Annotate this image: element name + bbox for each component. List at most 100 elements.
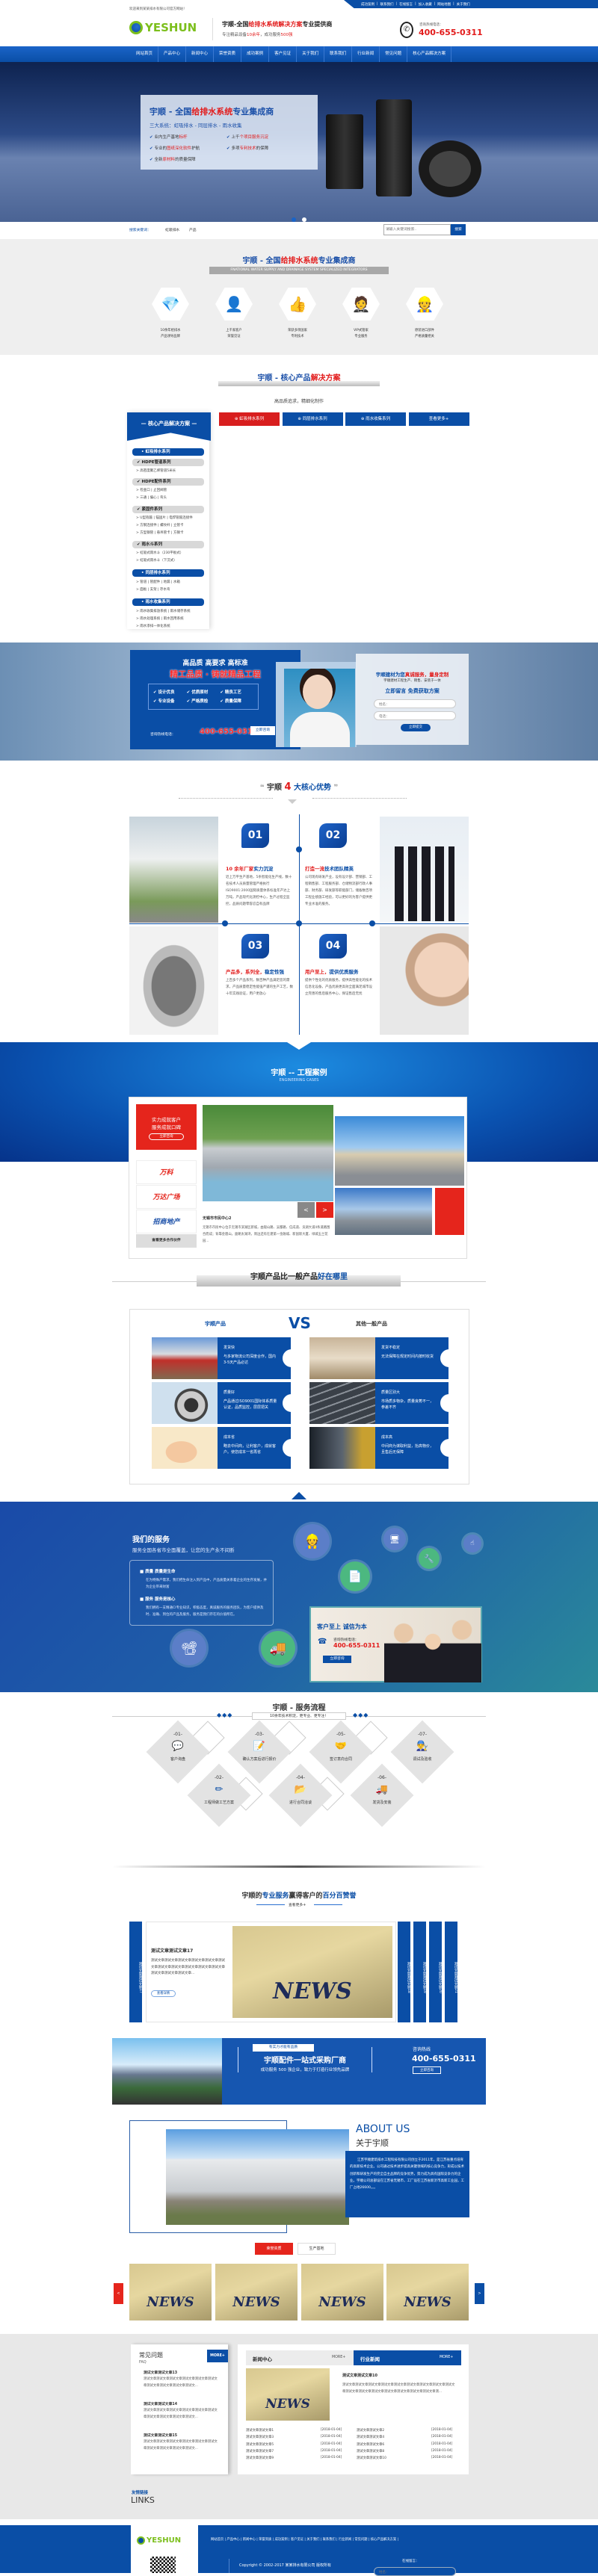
sidebar-category[interactable]: • 同层排水系列 bbox=[132, 569, 204, 577]
gallery-image[interactable]: NEWS bbox=[386, 2264, 469, 2320]
footer-name-input[interactable] bbox=[374, 2567, 456, 2576]
sidebar-subitem[interactable]: > 雨水处理系统 | 雨水回用系统 bbox=[136, 616, 184, 621]
phone-input[interactable] bbox=[374, 711, 456, 720]
footer-nav-link[interactable]: 行业新闻 bbox=[339, 2538, 351, 2542]
sidebar-subitem[interactable]: > 三通 | 偏心 | 弯头 bbox=[136, 495, 167, 500]
sidebar-subitem[interactable]: > 虹吸式雨水斗（230平板式） bbox=[136, 551, 183, 555]
consult-button[interactable]: 立即咨询 bbox=[323, 1656, 351, 1663]
tab-industry-news[interactable]: 行业新闻 MORE+ bbox=[354, 2350, 461, 2365]
nav-item[interactable]: 行业新闻 bbox=[352, 46, 380, 62]
nav-item[interactable]: 新闻中心 bbox=[186, 46, 215, 62]
logo[interactable]: YESHUN bbox=[129, 21, 197, 34]
sidebar-category[interactable]: ✔ HDPE配件系列 bbox=[132, 478, 204, 486]
footer-nav-link[interactable]: 客户见证 bbox=[291, 2538, 303, 2542]
news-link[interactable]: 测试文章测试文章10 bbox=[357, 2456, 386, 2460]
news-link[interactable]: 测试文章测试文章5 bbox=[246, 2442, 274, 2447]
gallery-image[interactable]: NEWS bbox=[129, 2264, 212, 2320]
gallery-image[interactable]: NEWS bbox=[301, 2264, 383, 2320]
footer-nav-link[interactable]: 联系我们 bbox=[323, 2538, 336, 2542]
sidebar-subitem[interactable]: > 检查口 | 止回阀管 bbox=[136, 488, 167, 492]
footer-nav-link[interactable]: 荣誉资质 bbox=[259, 2538, 271, 2542]
sidebar-subitem[interactable]: > 管道 | 管配件 | 地漏 | 水箱 bbox=[136, 580, 180, 584]
nav-item[interactable]: 成功案例 bbox=[241, 46, 270, 62]
case-next-button[interactable]: > bbox=[316, 1202, 333, 1218]
nav-item[interactable]: 常见问题 bbox=[380, 46, 408, 62]
gallery-prev-button[interactable]: < bbox=[114, 2283, 123, 2304]
footer-nav-link[interactable]: 成功案例 bbox=[275, 2538, 288, 2542]
view-more-link[interactable]: 查看更多+ bbox=[289, 1902, 306, 1907]
sidebar-category[interactable]: • 雨水收集系列 bbox=[132, 598, 204, 606]
top-link[interactable]: 成功案例 bbox=[361, 2, 374, 7]
news-link[interactable]: 测试文章测试文章8 bbox=[357, 2449, 384, 2453]
nav-item[interactable]: 荣誉资质 bbox=[214, 46, 242, 62]
news-link[interactable]: 测试文章测试文章6 bbox=[357, 2442, 384, 2447]
search-keyword[interactable]: 虹吸排水 bbox=[165, 227, 179, 232]
gallery-next-button[interactable]: > bbox=[475, 2283, 484, 2304]
consult-button[interactable]: 立即咨询 bbox=[413, 2066, 441, 2074]
sidebar-category[interactable]: ✔ 雨水斗系列 bbox=[132, 541, 204, 548]
sidebar-category[interactable]: • 虹吸排水系列 bbox=[132, 448, 204, 456]
product-tab[interactable]: ⊕ 虹吸排水系列 bbox=[219, 412, 280, 426]
sidebar-subitem[interactable]: > 雨水渗排一体化系统 bbox=[136, 624, 170, 628]
faq-question[interactable]: 测试文章测试文章13 bbox=[144, 2370, 177, 2375]
sidebar-subitem[interactable]: > 虹吸式雨水斗（下沉式） bbox=[136, 558, 177, 563]
sidebar-category[interactable]: ✔ HDPE管道系列 bbox=[132, 459, 204, 466]
footer-nav-link[interactable]: 产品中心 bbox=[226, 2538, 239, 2542]
view-details-button[interactable]: 查看详情 bbox=[151, 1990, 176, 1997]
nav-item[interactable]: 网站首页 bbox=[131, 46, 159, 62]
consult-button[interactable]: 立即咨询 bbox=[250, 726, 275, 735]
nav-item[interactable]: 客户见证 bbox=[269, 46, 298, 62]
footer-nav-link[interactable]: 常见问题 bbox=[354, 2538, 367, 2542]
faq-more-button[interactable]: MORE+ bbox=[207, 2350, 228, 2362]
search-button[interactable]: 搜索 bbox=[451, 224, 466, 235]
partner-logo[interactable]: 招商地产 bbox=[136, 1210, 197, 1233]
more-partners-button[interactable]: 查看更多合作伙伴 bbox=[136, 1234, 197, 1248]
testimonial-tab[interactable]: 测试文章测试文章18 bbox=[398, 1922, 410, 2022]
top-link[interactable]: 联系我们 bbox=[380, 2, 394, 7]
news-link[interactable]: 测试文章测试文章9 bbox=[246, 2456, 274, 2460]
testimonial-tab[interactable]: 测试文章测试文章21 bbox=[445, 1922, 457, 2022]
news-link[interactable]: 测试文章测试文章2 bbox=[357, 2428, 384, 2433]
testimonial-tab[interactable]: 测试文章测试文章20 bbox=[429, 1922, 442, 2022]
tab-honors[interactable]: 荣誉资质 bbox=[255, 2243, 293, 2255]
name-input[interactable] bbox=[374, 699, 456, 708]
sidebar-subitem[interactable]: > 方钢连接件 | 螺纹杆 | 立管卡 bbox=[136, 523, 183, 527]
footer-nav-link[interactable]: 核心产品解决方案 bbox=[371, 2538, 396, 2542]
footer-nav-link[interactable]: 网站首页 bbox=[211, 2538, 224, 2542]
more-link[interactable]: MORE+ bbox=[440, 2356, 453, 2359]
product-tab[interactable]: ⊕ 同层排水系列 bbox=[282, 412, 343, 426]
top-link[interactable]: 在线留言 bbox=[399, 2, 413, 7]
case-prev-button[interactable]: < bbox=[298, 1202, 315, 1218]
nav-item[interactable]: 核心产品解决方案 bbox=[407, 46, 452, 62]
partner-logo[interactable]: 万达广场 bbox=[136, 1185, 197, 1209]
submit-button[interactable]: 立即提交 bbox=[401, 724, 431, 731]
news-link[interactable]: 测试文章测试文章3 bbox=[246, 2435, 274, 2439]
faq-question[interactable]: 测试文章测试文章15 bbox=[144, 2433, 177, 2438]
sidebar-subitem[interactable]: > 面板 | 支架 | 存水弯 bbox=[136, 587, 170, 592]
nav-item[interactable]: 联系我们 bbox=[324, 46, 353, 62]
partner-logo[interactable]: 万科 bbox=[136, 1160, 197, 1184]
testimonial-tab[interactable]: 测试文章测试文章19 bbox=[413, 1922, 426, 2022]
sidebar-subitem[interactable]: > 高密度聚乙烯管道5米长 bbox=[136, 468, 176, 473]
tab-production-base[interactable]: 生产基地 bbox=[298, 2243, 336, 2255]
sidebar-subitem[interactable]: > 方型钢管 | 悬吊管卡 | 方钢卡 bbox=[136, 530, 183, 535]
faq-question[interactable]: 测试文章测试文章14 bbox=[144, 2401, 177, 2406]
news-link[interactable]: 测试文章测试文章7 bbox=[246, 2449, 274, 2453]
search-input[interactable] bbox=[383, 224, 451, 235]
top-link[interactable]: 加入收藏 bbox=[419, 2, 432, 7]
testimonial-tab[interactable]: 测试文章测试文章17 bbox=[129, 1922, 142, 2022]
news-feature-title[interactable]: 测试文章测试文章10 bbox=[342, 2373, 377, 2378]
consult-button[interactable]: 立即咨询 bbox=[149, 1133, 184, 1140]
tab-news-center[interactable]: 新闻中心 MORE+ bbox=[246, 2350, 354, 2365]
nav-item[interactable]: 产品中心 bbox=[158, 46, 187, 62]
news-link[interactable]: 测试文章测试文章1 bbox=[246, 2428, 274, 2433]
footer-nav-link[interactable]: 新闻中心 bbox=[243, 2538, 256, 2542]
gallery-image[interactable]: NEWS bbox=[215, 2264, 298, 2320]
sidebar-category[interactable]: ✔ 紧固件系列 bbox=[132, 506, 204, 513]
top-link[interactable]: 关于我们 bbox=[457, 2, 470, 7]
footer-nav-link[interactable]: 关于我们 bbox=[306, 2538, 319, 2542]
search-keyword[interactable]: 产品 bbox=[189, 227, 197, 232]
product-tab[interactable]: 查看更多+ bbox=[408, 412, 469, 426]
top-link[interactable]: 网站地图 bbox=[437, 2, 451, 7]
product-tab[interactable]: ⊕ 雨水收集系列 bbox=[345, 412, 406, 426]
